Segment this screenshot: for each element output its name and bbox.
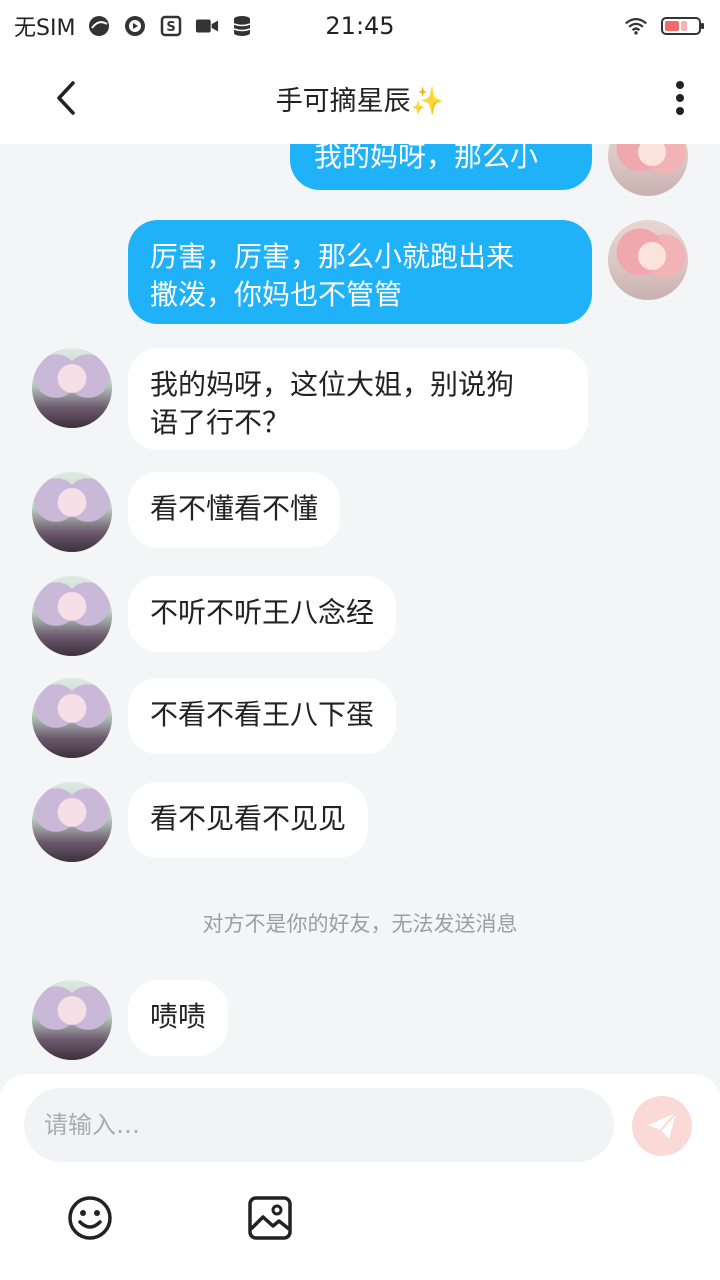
emoji-button[interactable] [66, 1194, 114, 1242]
svg-text:S: S [167, 20, 176, 35]
message-bubble-outgoing[interactable]: 我的妈呀，那么小 [290, 144, 592, 190]
message-bubble-incoming[interactable]: 啧啧 [128, 980, 229, 1056]
message-bubble-incoming[interactable]: 我的妈呀，这位大姐，别说狗 语了行不？ [128, 348, 588, 450]
nav-bar: 手可摘星辰✨ [0, 52, 720, 144]
contact-avatar[interactable] [32, 678, 112, 758]
wifi-icon [624, 14, 648, 38]
message-text-line: 我的妈呀，这位大姐，别说狗 [150, 368, 515, 401]
message-text: 我的妈呀，那么小 [314, 144, 539, 173]
message-text: 看不懂看不懂 [150, 492, 319, 525]
message-text-line: 撒泼，你妈也不管管 [150, 278, 403, 311]
smiley-icon [68, 1196, 112, 1240]
message-bubble-incoming[interactable]: 看不见看不见见 [128, 782, 369, 858]
message-text: 啧啧 [150, 1000, 207, 1033]
battery-icon [660, 14, 706, 38]
message-bubble-incoming[interactable]: 不听不听王八念经 [128, 576, 397, 652]
send-button[interactable] [632, 1096, 692, 1156]
status-left: 无SIM S [14, 10, 255, 42]
my-avatar[interactable] [608, 144, 688, 196]
message-text-line: 语了行不？ [150, 406, 291, 439]
message-text: 不听不听王八念经 [150, 596, 375, 629]
composer-panel [0, 1074, 720, 1280]
more-button[interactable] [668, 74, 692, 122]
contact-avatar[interactable] [32, 782, 112, 862]
play-icon [123, 14, 147, 38]
contact-avatar[interactable] [32, 348, 112, 428]
message-input[interactable] [24, 1088, 614, 1162]
message-text: 看不见看不见见 [150, 802, 347, 835]
my-avatar[interactable] [608, 220, 688, 300]
contact-avatar[interactable] [32, 472, 112, 552]
status-right [624, 14, 706, 38]
message-text: 不看不看王八下蛋 [150, 698, 375, 731]
status-bar: 无SIM S 21:45 [0, 0, 720, 52]
browser-icon [87, 14, 111, 38]
message-bubble-incoming[interactable]: 看不懂看不懂 [128, 472, 341, 548]
carrier-label: 无SIM [14, 16, 76, 41]
video-icon [195, 14, 219, 38]
image-button[interactable] [246, 1194, 294, 1242]
system-notice: 对方不是你的好友，无法发送消息 [202, 912, 518, 936]
chat-title: 手可摘星辰✨ [275, 85, 445, 117]
storage-icon [231, 14, 255, 38]
message-bubble-incoming[interactable]: 不看不看王八下蛋 [128, 678, 397, 754]
chat-list[interactable]: 我的妈呀，那么小 厉害，厉害，那么小就跑出来 撒泼，你妈也不管管 我的妈呀，这位… [0, 144, 720, 1074]
message-bubble-outgoing[interactable]: 厉害，厉害，那么小就跑出来 撒泼，你妈也不管管 [128, 220, 592, 324]
back-button[interactable] [44, 74, 88, 122]
message-text-line: 厉害，厉害，那么小就跑出来 [150, 240, 515, 273]
contact-avatar[interactable] [32, 980, 112, 1060]
image-icon [248, 1196, 292, 1240]
contact-avatar[interactable] [32, 576, 112, 656]
s-app-icon: S [159, 14, 183, 38]
chevron-left-icon [57, 81, 75, 115]
more-vertical-icon [676, 81, 684, 115]
paper-plane-icon [648, 1112, 677, 1139]
